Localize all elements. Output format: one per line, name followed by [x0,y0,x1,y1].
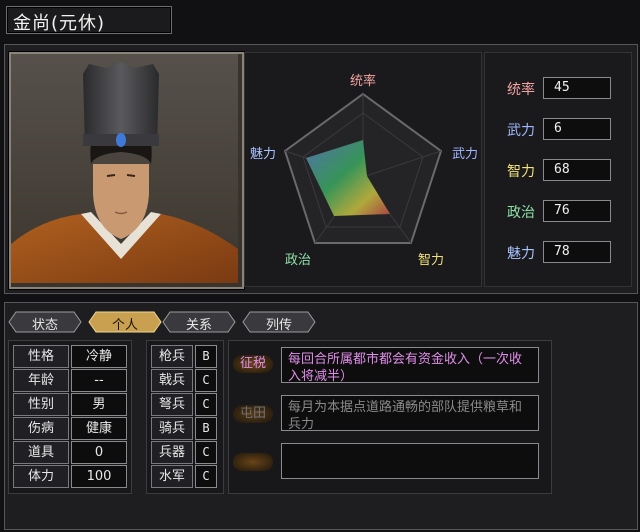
stat-row-politics: 政治 76 [485,200,631,224]
radar-label-intelligence: 智力 [418,253,444,268]
skill-description [281,443,539,479]
personal-value: 健康 [71,417,127,440]
stat-row-leadership: 统率 45 [485,77,631,101]
stat-row-charm: 魅力 78 [485,241,631,265]
stat-label: 智力 [507,164,535,180]
troop-grade: B [195,417,217,440]
stat-value: 6 [543,118,611,140]
radar-label-war: 武力 [452,147,478,162]
personal-label: 伤病 [13,417,69,440]
personal-label: 性格 [13,345,69,368]
stats-panel: 统率 45 武力 6 智力 68 政治 76 魅力 78 [484,52,632,287]
troop-label: 兵器 [151,441,193,464]
tab-biography[interactable]: 列传 [242,311,316,333]
personal-label: 年龄 [13,369,69,392]
personal-value: 100 [71,465,127,488]
troop-label: 戟兵 [151,369,193,392]
portrait-image [11,54,238,283]
radar-svg: 统率 武力 智力 政治 魅力 [250,73,478,268]
skill-description: 每月为本据点道路通畅的部队提供粮草和兵力 [281,395,539,432]
stat-value: 78 [543,241,611,263]
stat-row-war: 武力 6 [485,118,631,142]
tab-label: 个人 [111,318,138,333]
troop-label: 枪兵 [151,345,193,368]
tab-label: 关系 [185,318,212,333]
skills-panel: 征税 每回合所属都市都会有资金收入（一次收入将减半） 屯田 每月为本据点道路通畅… [228,340,552,494]
radar-label-leadership: 统率 [350,73,376,89]
radar-label-charm: 魅力 [250,147,276,162]
tab-label: 列传 [265,318,292,333]
troop-label: 骑兵 [151,417,193,440]
skill-badge-active[interactable]: 征税 [233,355,273,373]
personal-value: -- [71,369,127,392]
personal-label: 道具 [13,441,69,464]
troop-aptitude-panel: 枪兵 B 戟兵 C 弩兵 C 骑兵 B 兵器 C 水军 C [146,340,224,494]
personal-value: 男 [71,393,127,416]
officer-portrait [9,52,244,289]
stat-label: 武力 [507,123,535,139]
stat-row-intelligence: 智力 68 [485,159,631,183]
skill-badge-empty[interactable] [233,453,273,471]
personal-value: 0 [71,441,127,464]
tab-personal[interactable]: 个人 [88,311,162,333]
stat-label: 政治 [507,205,535,221]
personal-label: 性别 [13,393,69,416]
tab-status[interactable]: 状态 [8,311,82,333]
troop-grade: B [195,345,217,368]
troop-grade: C [195,465,217,488]
skill-description: 每回合所属都市都会有资金收入（一次收入将减半） [281,347,539,384]
attribute-radar-chart: 统率 武力 智力 政治 魅力 [244,52,482,287]
stat-value: 45 [543,77,611,99]
troop-grade: C [195,369,217,392]
stat-label: 统率 [507,82,535,98]
officer-name-box: 金尚(元休) [6,6,172,34]
personal-value: 冷静 [71,345,127,368]
radar-label-politics: 政治 [285,253,311,268]
troop-label: 水军 [151,465,193,488]
stat-value: 68 [543,159,611,181]
tab-label: 状态 [31,318,58,333]
personal-info-panel: 性格 冷静 年龄 -- 性别 男 伤病 健康 道具 0 体力 100 [8,340,132,494]
stat-label: 魅力 [507,246,535,262]
troop-grade: C [195,441,217,464]
troop-grade: C [195,393,217,416]
stat-value: 76 [543,200,611,222]
troop-label: 弩兵 [151,393,193,416]
skill-badge-inactive[interactable]: 屯田 [233,405,273,423]
tab-relations[interactable]: 关系 [162,311,236,333]
officer-name: 金尚(元休) [13,13,106,34]
personal-label: 体力 [13,465,69,488]
